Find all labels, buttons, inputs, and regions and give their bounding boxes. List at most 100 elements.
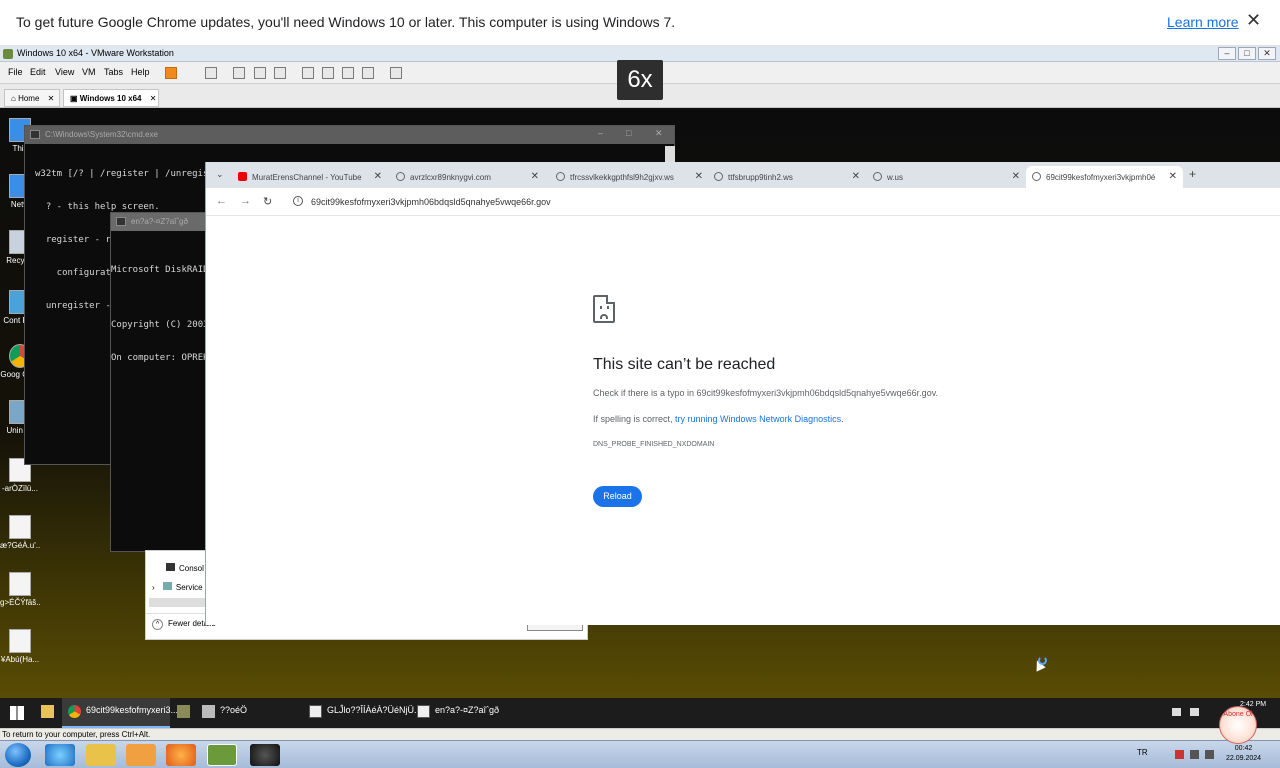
windows-start-icon[interactable]	[10, 706, 24, 720]
console-window-diskraid[interactable]: en?a?-¤Z?aîˆgð Microsoft DiskRAID Copyri…	[110, 212, 209, 552]
scrollbar-thumb[interactable]	[665, 146, 675, 162]
desktop-icon-file[interactable]: g>ÉČÝfäš...	[0, 572, 40, 607]
close-icon[interactable]: ✕	[852, 171, 860, 182]
app-icon[interactable]	[177, 705, 190, 718]
chevron-up-icon: ^	[152, 619, 163, 630]
send-ctrl-alt-del-icon[interactable]	[205, 67, 217, 79]
tree-item-service[interactable]: › Service	[152, 582, 203, 592]
close-icon[interactable]: ✕	[655, 128, 663, 139]
firefox-icon[interactable]	[166, 744, 196, 766]
forward-icon[interactable]: →	[240, 195, 251, 207]
vm-tab-windows10[interactable]: ▣ Windows 10 x64 ✕	[63, 89, 159, 107]
tree-item-label: Service	[175, 583, 203, 592]
media-player-icon[interactable]	[126, 744, 156, 766]
home-icon: ⌂	[11, 94, 19, 103]
console-line: Copyright (C) 2003	[111, 320, 209, 330]
minimize-icon[interactable]: –	[598, 128, 603, 138]
close-icon[interactable]: ✕	[48, 94, 55, 103]
sad-page-icon	[593, 295, 615, 323]
chrome-window[interactable]: ⌄ MuratErensChannel - YouTube ✕ avrzlcxr8…	[205, 162, 1280, 625]
windows-explorer-icon[interactable]	[86, 744, 116, 766]
revert-snapshot-icon[interactable]	[254, 67, 266, 79]
volume-tray-icon[interactable]	[1190, 708, 1199, 716]
desktop-icon-label: g>ÉČÝfäš...	[0, 598, 40, 607]
tab-active[interactable]: 69cit99kesfofmyxeri3vkjpmh0é ✕	[1026, 166, 1183, 188]
error-typo-hint: Check if there is a typo in 69cit99kesfo…	[593, 388, 939, 398]
vmware-icon[interactable]	[207, 744, 237, 766]
tree-item-console[interactable]: Consol	[166, 563, 204, 573]
tab-site[interactable]: w.us ✕	[873, 166, 1020, 188]
tab-site[interactable]: ttfsbrupp9tinh2.ws ✕	[714, 166, 860, 188]
screen: To get future Google Chrome updates, you…	[0, 0, 1280, 768]
learn-more-link[interactable]: Learn more	[1167, 14, 1239, 30]
close-icon[interactable]: ✕	[1012, 171, 1020, 182]
tab-site[interactable]: avrzlcxr89nknygvi.com ✕	[396, 166, 539, 188]
address-bar[interactable]: 69cit99kesfofmyxeri3vkjpmh06bdqsld5qnahy…	[311, 197, 551, 207]
close-icon[interactable]: ✕	[695, 171, 703, 182]
tab-search-icon[interactable]: ⌄	[216, 169, 224, 180]
console-titlebar: C:\Windows\System32\cmd.exe – □ ✕	[25, 126, 674, 144]
file-explorer-icon[interactable]	[41, 705, 54, 718]
tab-youtube[interactable]: MuratErensChannel - YouTube ✕	[238, 166, 382, 188]
new-tab-button[interactable]: +	[1189, 167, 1196, 181]
close-icon[interactable]: ✕	[374, 171, 382, 182]
network-diagnostics-link[interactable]: try running Windows Network Diagnostics	[675, 414, 841, 424]
maximize-icon[interactable]: □	[626, 128, 631, 138]
vm-tab-home[interactable]: ⌂ Home ✕	[4, 89, 60, 107]
tab-label: MuratErensChannel - YouTube	[252, 173, 362, 182]
tab-label: w.us	[887, 173, 904, 182]
file-icon	[9, 515, 31, 539]
language-indicator[interactable]: TR	[1137, 748, 1148, 757]
snapshot-manager-icon[interactable]	[274, 67, 286, 79]
preferences-icon[interactable]	[390, 67, 402, 79]
reload-button[interactable]: Reload	[593, 486, 642, 507]
close-icon[interactable]: ✕	[1258, 47, 1276, 60]
internet-explorer-icon[interactable]	[45, 744, 75, 766]
tray-network-icon[interactable]	[1190, 750, 1199, 759]
taskbar-item-chrome[interactable]: 69cit99kesfofmyxeri3...	[62, 698, 178, 728]
tab-site[interactable]: tfrcssvlkekkgpthfsl9h2gjxv.ws ✕	[556, 166, 703, 188]
menu-vm[interactable]: VM	[82, 67, 96, 77]
snapshot-icon[interactable]	[233, 67, 245, 79]
close-icon[interactable]: ✕	[150, 94, 157, 103]
menu-view[interactable]: View	[55, 67, 74, 77]
infobar-close-icon[interactable]: ✕	[1246, 10, 1261, 31]
desktop-icon-file[interactable]: æ?GéÀ.u'...	[0, 515, 40, 550]
host-clock[interactable]: 00:42 22.09.2024	[1226, 744, 1261, 764]
cmd-icon	[30, 130, 40, 139]
globe-icon	[873, 172, 882, 181]
vm-icon: ▣	[70, 94, 80, 103]
site-info-icon[interactable]: i	[293, 196, 303, 206]
network-tray-icon[interactable]	[1172, 708, 1181, 716]
tray-volume-icon[interactable]	[1205, 750, 1214, 759]
menu-tabs[interactable]: Tabs	[104, 67, 123, 77]
pause-icon[interactable]	[165, 67, 177, 79]
library-icon[interactable]	[302, 67, 314, 79]
window-icon	[309, 705, 322, 718]
obs-icon[interactable]	[250, 744, 280, 766]
file-icon	[9, 629, 31, 653]
menu-edit[interactable]: Edit	[30, 67, 46, 77]
taskbar-item-window[interactable]: en?a?-¤Z?aîˆgð	[413, 698, 513, 728]
close-icon[interactable]: ✕	[1169, 171, 1177, 182]
menu-file[interactable]: File	[8, 67, 23, 77]
taskbar-item-window[interactable]: ??oéÖ	[198, 698, 298, 728]
minimize-icon[interactable]: –	[1218, 47, 1236, 60]
back-icon[interactable]: ←	[216, 195, 227, 207]
globe-icon	[714, 172, 723, 181]
desktop-icon-file[interactable]: ¥Abú(Ha...	[0, 629, 40, 664]
unity-icon[interactable]	[362, 67, 374, 79]
menu-help[interactable]: Help	[131, 67, 150, 77]
vmware-logo-icon	[3, 49, 13, 59]
windows7-start-orb-icon[interactable]	[5, 743, 31, 767]
tray-flag-icon[interactable]	[1175, 750, 1184, 759]
fullscreen-icon[interactable]	[342, 67, 354, 79]
close-icon[interactable]: ✕	[531, 171, 539, 182]
horizontal-scrollbar[interactable]	[149, 598, 209, 607]
reload-icon[interactable]: ↻	[263, 195, 272, 208]
console-icon	[166, 563, 175, 571]
taskbar-item-window[interactable]: GLĴlo??ÎÍÀéÀ?ÜéNjÜ...	[305, 698, 422, 728]
error-title: This site can’t be reached	[593, 356, 776, 373]
maximize-icon[interactable]: □	[1238, 47, 1256, 60]
console-view-icon[interactable]	[322, 67, 334, 79]
